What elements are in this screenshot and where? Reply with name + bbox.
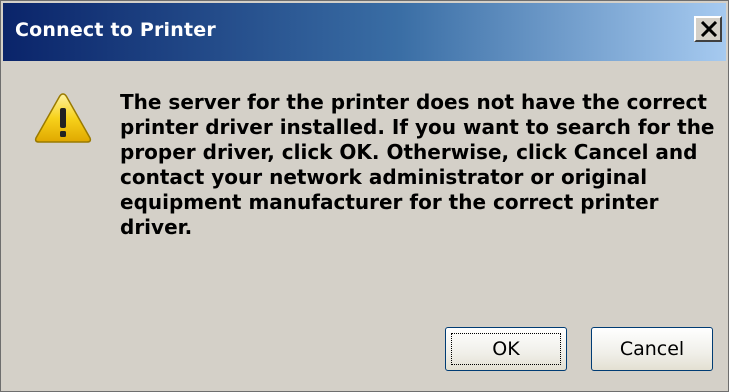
close-icon [700, 21, 718, 37]
titlebar[interactable]: Connect to Printer [3, 3, 726, 61]
dialog-message: The server for the printer does not have… [120, 90, 715, 239]
close-button[interactable] [694, 16, 722, 42]
cancel-button[interactable]: Cancel [591, 327, 713, 371]
focus-rectangle [451, 333, 561, 365]
cancel-button-label: Cancel [619, 338, 685, 360]
ok-button[interactable]: OK [445, 327, 567, 371]
connect-to-printer-dialog: Connect to Printer The server for the pr… [0, 0, 729, 392]
dialog-title: Connect to Printer [15, 19, 216, 41]
warning-icon [34, 93, 92, 143]
